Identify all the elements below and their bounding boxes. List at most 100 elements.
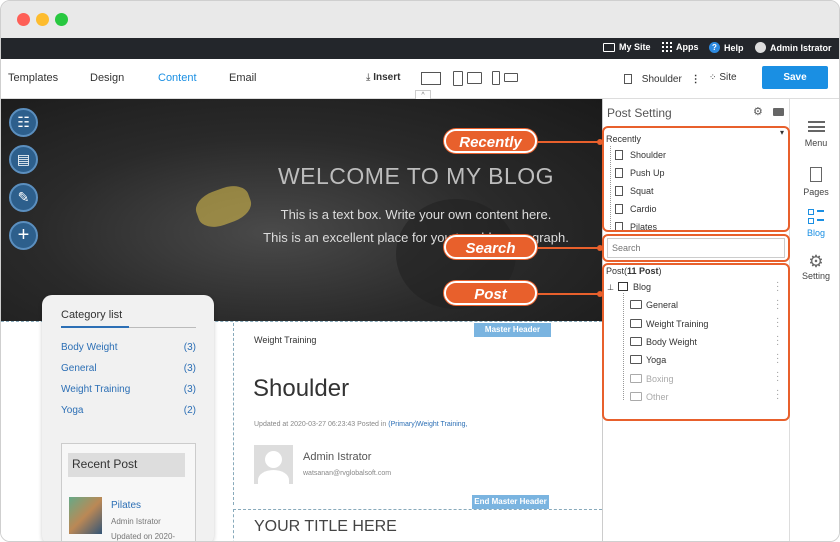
search-callout: Search bbox=[444, 235, 537, 259]
nav-menu[interactable]: Menu bbox=[790, 121, 839, 148]
recently-connector bbox=[535, 141, 601, 143]
apps-link[interactable]: Apps bbox=[662, 42, 699, 52]
apps-label: Apps bbox=[676, 42, 699, 52]
master-header-tag: Master Header bbox=[474, 323, 551, 337]
category-item[interactable]: General (3) bbox=[61, 363, 196, 374]
recent-post-title: Recent Post bbox=[68, 453, 185, 477]
minimize-window-button[interactable] bbox=[36, 13, 49, 26]
category-item[interactable]: Body Weight (3) bbox=[61, 342, 196, 353]
panel-title: Post Setting bbox=[607, 106, 672, 120]
main-toolbar: Templates Design Content Email ⤓ Insert … bbox=[1, 59, 839, 99]
category-item[interactable]: Weight Training (3) bbox=[61, 384, 196, 395]
layout-settings-icon[interactable]: ☷ bbox=[9, 108, 38, 137]
help-icon: ? bbox=[709, 42, 720, 53]
recently-callout: Recently bbox=[444, 129, 537, 153]
my-site-label: My Site bbox=[619, 42, 651, 52]
recently-connector-dot bbox=[597, 139, 603, 145]
menu-icon bbox=[807, 121, 825, 132]
recent-post-thumbnail[interactable] bbox=[69, 497, 102, 534]
article-meta-text: Updated at 2020-03-27 06:23:43 Posted in bbox=[254, 421, 387, 428]
grid-icon bbox=[662, 42, 672, 52]
hero-title[interactable]: WELCOME TO MY BLOG bbox=[1, 163, 602, 190]
settings-gears-icon[interactable]: ⚙ bbox=[753, 105, 763, 118]
category-name: Body Weight bbox=[61, 342, 118, 353]
help-label: Help bbox=[724, 42, 744, 53]
recent-post-link[interactable]: Pilates bbox=[111, 500, 141, 511]
nav-setting-label: Setting bbox=[801, 271, 831, 281]
page-selector[interactable]: Shoulder ⋮ bbox=[624, 72, 701, 85]
post-callout: Post bbox=[444, 281, 537, 305]
tablet-portrait-icon[interactable] bbox=[453, 71, 463, 86]
post-highlight bbox=[602, 263, 790, 421]
author-name: Admin Istrator bbox=[303, 451, 372, 463]
site-label: Site bbox=[719, 72, 737, 83]
site-selector[interactable]: ⁘ Site bbox=[709, 72, 737, 83]
user-menu[interactable]: Admin Istrator bbox=[755, 42, 832, 53]
top-bar: My Site Apps ? Help Admin Istrator bbox=[1, 38, 839, 59]
edit-text-icon[interactable]: ✎ bbox=[9, 183, 38, 212]
category-sidebar: Category list Body Weight (3) General (3) … bbox=[42, 295, 214, 541]
tab-templates[interactable]: Templates bbox=[8, 72, 58, 84]
avatar-icon bbox=[755, 42, 766, 53]
search-connector bbox=[535, 247, 601, 249]
avatar-head-icon bbox=[265, 451, 282, 468]
recent-post-box: Recent Post Pilates Admin Istrator Updat… bbox=[61, 443, 196, 541]
sitemap-icon: ⁘ bbox=[709, 72, 717, 82]
category-list-title: Category list bbox=[61, 309, 123, 321]
mobile-portrait-icon[interactable] bbox=[492, 71, 500, 85]
user-name: Admin Istrator bbox=[770, 42, 832, 53]
article-meta-link[interactable]: (Primary)Weight Training, bbox=[388, 421, 467, 428]
tab-content[interactable]: Content bbox=[158, 72, 197, 84]
maximize-window-button[interactable] bbox=[55, 13, 68, 26]
recent-post-author: Admin Istrator bbox=[111, 517, 161, 526]
category-count: (2) bbox=[183, 405, 196, 416]
section-icon[interactable]: ▤ bbox=[9, 145, 38, 174]
gear-icon: ⚙ bbox=[808, 252, 824, 271]
insert-label: Insert bbox=[373, 72, 401, 83]
mobile-landscape-icon[interactable] bbox=[504, 73, 518, 82]
category-count: (3) bbox=[183, 342, 196, 353]
add-element-icon[interactable]: + bbox=[9, 221, 38, 250]
save-button[interactable]: Save bbox=[762, 66, 828, 89]
category-name: Yoga bbox=[61, 405, 84, 416]
page-name: Shoulder bbox=[641, 74, 682, 85]
nav-pages[interactable]: Pages bbox=[790, 167, 839, 197]
hero-text-line-1[interactable]: This is a text box. Write your own conte… bbox=[1, 207, 602, 222]
category-title-underline bbox=[61, 326, 129, 328]
nav-pages-label: Pages bbox=[803, 187, 829, 197]
collapse-toolbar-icon[interactable]: ^ bbox=[415, 90, 431, 99]
article-title[interactable]: Shoulder bbox=[253, 375, 349, 403]
nav-setting[interactable]: ⚙ Setting bbox=[790, 252, 839, 282]
tablet-landscape-icon[interactable] bbox=[467, 72, 482, 84]
category-name: Weight Training bbox=[61, 384, 131, 395]
search-connector-dot bbox=[597, 245, 603, 251]
post-connector bbox=[535, 293, 601, 295]
avatar-body-icon bbox=[258, 470, 289, 484]
search-highlight bbox=[602, 234, 790, 262]
recent-post-date: Updated on 2020- bbox=[111, 532, 176, 541]
author-email: watsanan@rvglobalsoft.com bbox=[303, 470, 392, 477]
nav-blog[interactable]: Blog bbox=[790, 209, 839, 238]
category-name: General bbox=[61, 363, 97, 374]
insert-button[interactable]: ⤓ Insert bbox=[366, 72, 400, 83]
article-category[interactable]: Weight Training bbox=[254, 335, 316, 345]
page-icon bbox=[624, 74, 632, 84]
category-item[interactable]: Yoga (2) bbox=[61, 405, 196, 416]
download-icon: ⤓ bbox=[366, 72, 371, 83]
tab-design[interactable]: Design bbox=[90, 72, 124, 84]
title-block[interactable]: YOUR TITLE HERE bbox=[233, 509, 602, 541]
article-area: Master Header Weight Training Shoulder U… bbox=[233, 323, 602, 505]
folder-icon[interactable] bbox=[773, 108, 784, 116]
recently-highlight bbox=[602, 126, 790, 232]
help-link[interactable]: ? Help bbox=[709, 42, 744, 53]
window-chrome bbox=[1, 1, 839, 38]
category-count: (3) bbox=[183, 384, 196, 395]
tab-email[interactable]: Email bbox=[229, 72, 257, 84]
your-title-text[interactable]: YOUR TITLE HERE bbox=[254, 518, 397, 536]
category-count: (3) bbox=[183, 363, 196, 374]
more-vertical-icon: ⋮ bbox=[690, 74, 701, 85]
editor-canvas: WELCOME TO MY BLOG This is a text box. W… bbox=[1, 99, 602, 541]
desktop-view-icon[interactable] bbox=[421, 72, 441, 85]
my-site-link[interactable]: My Site bbox=[603, 42, 651, 52]
close-window-button[interactable] bbox=[17, 13, 30, 26]
